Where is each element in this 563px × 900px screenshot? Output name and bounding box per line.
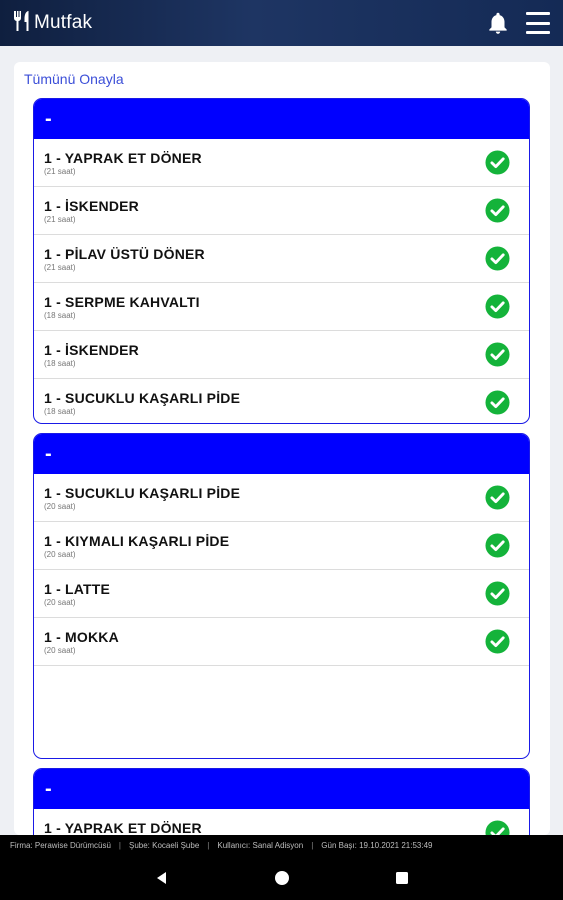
- order-item: 1 - SUCUKLU KAŞARLI PİDE (18 saat): [34, 379, 529, 423]
- fork-knife-icon: [12, 10, 32, 37]
- bell-icon[interactable]: [485, 10, 511, 36]
- order-item: 1 - YAPRAK ET DÖNER: [34, 809, 529, 835]
- home-circle-icon: [274, 870, 289, 885]
- order-item-name: 1 - SUCUKLU KAŞARLI PİDE: [44, 485, 241, 501]
- order-card-header: -: [34, 434, 529, 474]
- order-item: 1 - İSKENDER (18 saat): [34, 331, 529, 379]
- order-item: 1 - MOKKA (20 saat): [34, 618, 529, 666]
- status-bar: Firma: Perawise Dürümcüsü | Şube: Kocael…: [0, 835, 563, 855]
- order-item-time: (20 saat): [44, 646, 76, 655]
- status-separator: |: [207, 840, 210, 850]
- check-circle-icon[interactable]: [485, 150, 510, 175]
- check-circle-icon[interactable]: [485, 246, 510, 271]
- order-item: 1 - LATTE (20 saat): [34, 570, 529, 618]
- check-circle-icon[interactable]: [485, 581, 510, 606]
- back-triangle-icon: [156, 871, 166, 884]
- check-circle-icon[interactable]: [485, 485, 510, 510]
- status-user: Kullanıcı: Sanal Adisyon: [217, 840, 304, 850]
- approve-all-link[interactable]: Tümünü Onayla: [24, 71, 124, 87]
- order-item-time: (20 saat): [44, 598, 76, 607]
- order-item-name: 1 - İSKENDER: [44, 342, 139, 358]
- check-circle-icon[interactable]: [485, 820, 510, 835]
- app-bar: Mutfak: [0, 0, 563, 46]
- order-item-name: 1 - SUCUKLU KAŞARLI PİDE: [44, 390, 241, 406]
- order-item-name: 1 - LATTE: [44, 581, 111, 597]
- recents-square-icon: [395, 871, 408, 884]
- order-item-time: (21 saat): [44, 215, 76, 224]
- order-item: 1 - SERPME KAHVALTI (18 saat): [34, 283, 529, 331]
- check-circle-icon[interactable]: [485, 198, 510, 223]
- status-day-start: Gün Başı: 19.10.2021 21:53:49: [321, 840, 433, 850]
- order-item: 1 - YAPRAK ET DÖNER (21 saat): [34, 139, 529, 187]
- status-separator: |: [118, 840, 121, 850]
- order-item: 1 - SUCUKLU KAŞARLI PİDE (20 saat): [34, 474, 529, 522]
- order-card: - 1 - YAPRAK ET DÖNER (21 saat) 1 - İSKE…: [33, 98, 530, 424]
- system-nav-bar: [0, 855, 563, 900]
- order-item-time: (20 saat): [44, 502, 76, 511]
- order-item: 1 - KIYMALI KAŞARLI PİDE (20 saat): [34, 522, 529, 570]
- recents-button[interactable]: [342, 870, 462, 886]
- order-card-header: -: [34, 769, 529, 809]
- order-card: - 1 - YAPRAK ET DÖNER: [33, 768, 530, 835]
- status-sube: Şube: Kocaeli Şube: [129, 840, 200, 850]
- order-item-name: 1 - SERPME KAHVALTI: [44, 294, 200, 310]
- status-firma: Firma: Perawise Dürümcüsü: [10, 840, 111, 850]
- check-circle-icon[interactable]: [485, 629, 510, 654]
- order-panel: Tümünü Onayla - 1 - YAPRAK ET DÖNER (21 …: [14, 62, 550, 835]
- check-circle-icon[interactable]: [485, 342, 510, 367]
- order-item-time: (18 saat): [44, 311, 76, 320]
- order-item-time: (20 saat): [44, 550, 76, 559]
- order-item-time: (21 saat): [44, 263, 76, 272]
- order-item: 1 - İSKENDER (21 saat): [34, 187, 529, 235]
- check-circle-icon[interactable]: [485, 533, 510, 558]
- app-title: Mutfak: [34, 12, 93, 33]
- order-item-name: 1 - İSKENDER: [44, 198, 139, 214]
- order-item-time: (18 saat): [44, 359, 76, 368]
- check-circle-icon[interactable]: [485, 294, 510, 319]
- order-item-name: 1 - PİLAV ÜSTÜ DÖNER: [44, 246, 205, 262]
- hamburger-menu-icon[interactable]: [526, 12, 550, 34]
- back-button[interactable]: [102, 870, 222, 886]
- order-card: - 1 - SUCUKLU KAŞARLI PİDE (20 saat) 1 -…: [33, 433, 530, 759]
- home-button[interactable]: [222, 870, 342, 886]
- order-item: 1 - PİLAV ÜSTÜ DÖNER (21 saat): [34, 235, 529, 283]
- order-item-time: (21 saat): [44, 167, 76, 176]
- order-item-name: 1 - YAPRAK ET DÖNER: [44, 150, 202, 166]
- status-separator: |: [311, 840, 314, 850]
- order-item-name: 1 - MOKKA: [44, 629, 119, 645]
- order-item-name: 1 - YAPRAK ET DÖNER: [44, 820, 202, 835]
- app-actions: [485, 10, 550, 36]
- app-brand: Mutfak: [12, 10, 92, 37]
- order-item-time: (18 saat): [44, 407, 76, 416]
- order-card-header: -: [34, 99, 529, 139]
- order-item-name: 1 - KIYMALI KAŞARLI PİDE: [44, 533, 230, 549]
- check-circle-icon[interactable]: [485, 390, 510, 415]
